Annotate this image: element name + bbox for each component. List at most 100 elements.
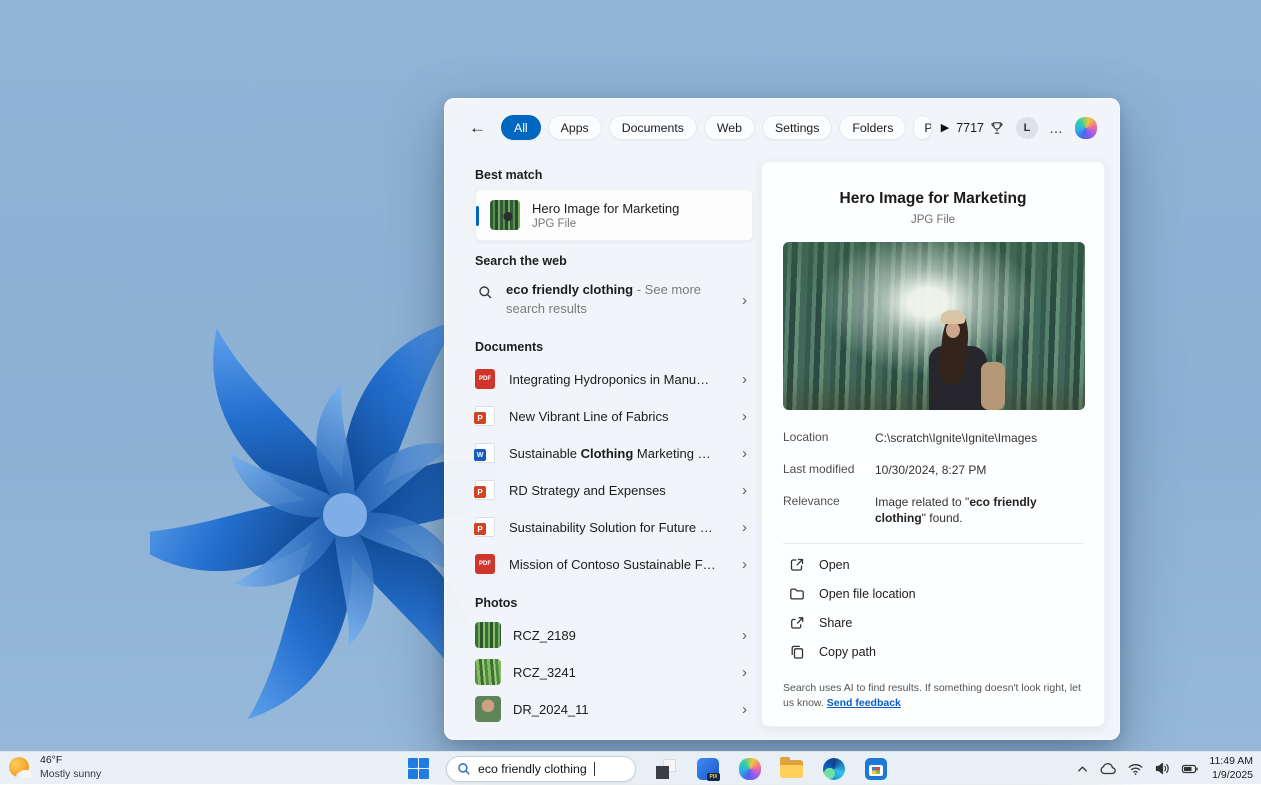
document-result-row[interactable]: RD Strategy and Expenses › [463, 472, 759, 509]
battery-icon[interactable] [1181, 762, 1199, 776]
open-action[interactable]: Open [783, 550, 1083, 579]
taskbar: 46°F Mostly sunny eco friendly clothing [0, 751, 1261, 784]
weather-icon [8, 756, 32, 780]
edge-browser-icon[interactable] [821, 756, 846, 781]
chevron-right-icon: › [742, 665, 747, 680]
powerpoint-file-icon [475, 406, 495, 426]
start-button[interactable] [408, 758, 429, 779]
copy-path-action[interactable]: Copy path [783, 637, 1083, 666]
best-match-header: Best match [475, 168, 759, 182]
copilot-app-icon[interactable] [737, 756, 762, 781]
tray-time: 11:49 AM [1209, 755, 1253, 769]
app-icon-squares[interactable] [653, 756, 678, 781]
search-icon [457, 762, 471, 776]
photo-result-row[interactable]: DR_2024_11 › [463, 691, 759, 728]
location-label: Location [783, 430, 875, 447]
photos-section-header: Photos [475, 596, 759, 610]
back-button[interactable]: ← [469, 119, 486, 136]
system-tray: 11:49 AM 1/9/2025 [1076, 752, 1253, 785]
chevron-right-icon: › [742, 293, 747, 308]
web-section-header: Search the web [475, 254, 759, 268]
photo-thumbnail [475, 696, 501, 722]
volume-icon[interactable] [1154, 761, 1171, 776]
best-match-result[interactable]: Hero Image for Marketing JPG File [475, 189, 753, 241]
results-column: Best match Hero Image for Marketing JPG … [463, 155, 759, 739]
more-options-button[interactable]: … [1049, 120, 1064, 136]
tab-documents[interactable]: Documents [609, 115, 697, 140]
file-details: Location C:\scratch\Ignite\Ignite\Images… [783, 430, 1083, 527]
chevron-right-icon: › [742, 628, 747, 643]
best-match-subtitle: JPG File [532, 218, 679, 230]
weather-widget[interactable]: 46°F Mostly sunny [8, 754, 101, 781]
rewards-counter[interactable]: 7717 [956, 120, 1005, 136]
tab-apps[interactable]: Apps [548, 115, 602, 140]
ai-disclaimer: Search uses AI to find results. If somet… [783, 681, 1083, 713]
document-result-row[interactable]: New Vibrant Line of Fabrics › [463, 398, 759, 435]
tray-clock[interactable]: 11:49 AM 1/9/2025 [1209, 755, 1253, 782]
wifi-icon[interactable] [1127, 761, 1144, 776]
best-match-title: Hero Image for Marketing [532, 201, 679, 216]
share-action[interactable]: Share [783, 608, 1083, 637]
pdf-file-icon [475, 369, 495, 389]
word-file-icon [475, 443, 495, 463]
relevance-label: Relevance [783, 494, 875, 528]
app-icon-pix[interactable] [695, 756, 720, 781]
chevron-right-icon: › [742, 483, 747, 498]
tab-all[interactable]: All [501, 115, 541, 140]
folder-icon [789, 586, 805, 602]
tray-chevron-up-icon[interactable] [1076, 763, 1089, 775]
preview-file-type: JPG File [783, 214, 1083, 226]
location-value: C:\scratch\Ignite\Ignite\Images [875, 430, 1083, 447]
copilot-icon[interactable] [1075, 117, 1097, 139]
taskbar-search-value: eco friendly clothing [478, 762, 587, 776]
photo-thumbnail [475, 659, 501, 685]
open-external-icon [789, 557, 805, 573]
tray-date: 1/9/2025 [1209, 769, 1253, 783]
pdf-file-icon [475, 554, 495, 574]
web-search-result[interactable]: eco friendly clothing - See more search … [463, 275, 759, 327]
rewards-count: 7717 [956, 121, 984, 135]
last-modified-value: 10/30/2024, 8:27 PM [875, 462, 1083, 479]
microsoft-store-icon[interactable] [863, 756, 888, 781]
photo-result-row[interactable]: RCZ_3241 › [463, 654, 759, 691]
powerpoint-file-icon [475, 517, 495, 537]
document-result-row[interactable]: Sustainability Solution for Future … › [463, 509, 759, 546]
preview-pane: Hero Image for Marketing JPG File Locati… [761, 161, 1105, 727]
best-match-thumbnail [490, 200, 520, 230]
text-cursor [594, 762, 595, 776]
last-modified-label: Last modified [783, 462, 875, 479]
search-icon [478, 285, 493, 300]
search-filter-tabbar: ← All Apps Documents Web Settings Folder… [445, 99, 1119, 148]
tab-web[interactable]: Web [704, 115, 755, 140]
document-result-row[interactable]: Integrating Hydroponics in Manu… › [463, 361, 759, 398]
relevance-value: Image related to "eco friendly clothing"… [875, 494, 1083, 528]
send-feedback-link[interactable]: Send feedback [827, 697, 901, 709]
photo-thumbnail [475, 622, 501, 648]
weather-temperature: 46°F [40, 754, 101, 768]
onedrive-cloud-icon[interactable] [1099, 761, 1117, 777]
photo-result-row[interactable]: RCZ_2189 › [463, 617, 759, 654]
chevron-right-icon: › [742, 446, 747, 461]
chevron-right-icon: › [742, 409, 747, 424]
open-file-location-action[interactable]: Open file location [783, 579, 1083, 608]
tab-settings[interactable]: Settings [762, 115, 832, 140]
tab-photos-truncated[interactable]: P [913, 115, 931, 140]
file-explorer-icon[interactable] [779, 756, 804, 781]
selection-accent-bar [476, 206, 479, 226]
rewards-trophy-icon [989, 120, 1005, 136]
preview-image [783, 242, 1085, 410]
web-query: eco friendly clothing [506, 282, 633, 297]
preview-title: Hero Image for Marketing [783, 190, 1083, 208]
share-icon [789, 615, 805, 631]
document-result-row[interactable]: Mission of Contoso Sustainable F… › [463, 546, 759, 583]
chevron-right-icon: › [742, 702, 747, 717]
taskbar-search-input[interactable]: eco friendly clothing [446, 756, 636, 782]
documents-section-header: Documents [475, 340, 759, 354]
scroll-tabs-icon[interactable]: ▶ [941, 121, 949, 134]
weather-condition: Mostly sunny [40, 768, 101, 782]
search-flyout: ← All Apps Documents Web Settings Folder… [444, 98, 1120, 740]
chevron-right-icon: › [742, 557, 747, 572]
account-avatar[interactable]: L [1016, 117, 1038, 139]
tab-folders[interactable]: Folders [839, 115, 906, 140]
document-result-row[interactable]: Sustainable Clothing Marketing … › [463, 435, 759, 472]
